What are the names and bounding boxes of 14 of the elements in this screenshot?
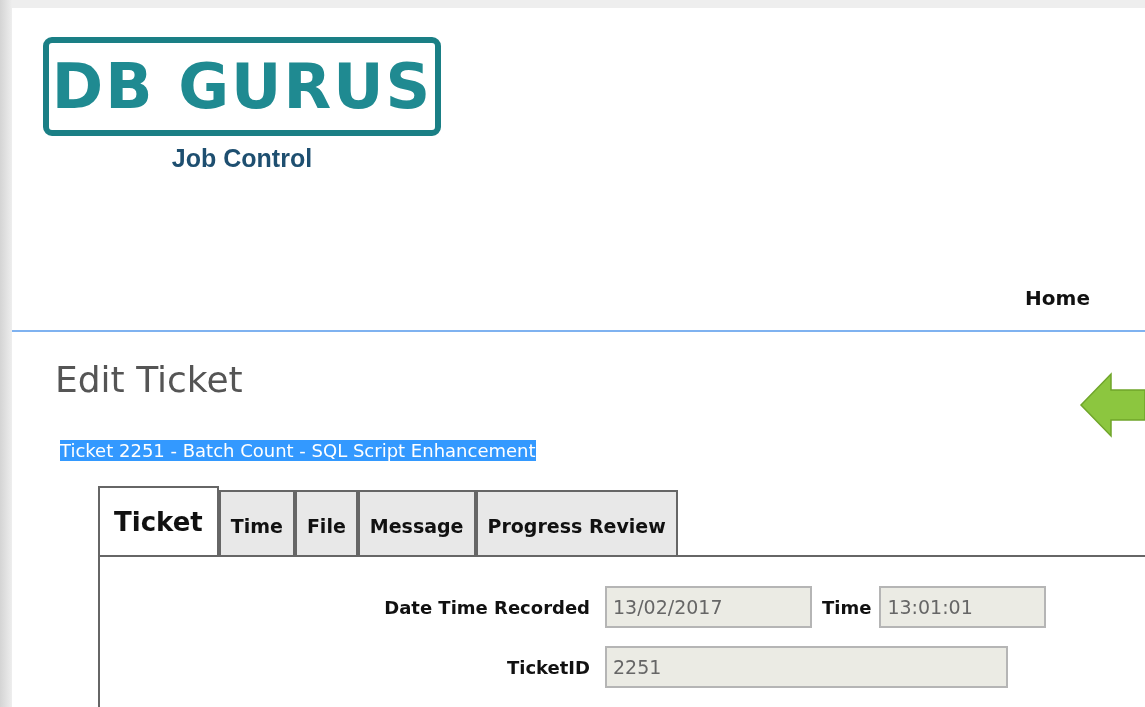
- nav-link[interactable]: Home: [1025, 286, 1090, 310]
- tab[interactable]: Progress Review: [475, 490, 678, 555]
- tab[interactable]: Message: [357, 490, 476, 555]
- ticket-subtitle: Ticket 2251 - Batch Count - SQL Script Enhancement: [60, 440, 536, 461]
- page-title: Edit Ticket: [55, 359, 243, 400]
- field-label: Time: [822, 596, 872, 618]
- tab[interactable]: File: [294, 490, 358, 555]
- back-arrow-icon[interactable]: [1077, 372, 1145, 438]
- tab[interactable]: Ticket: [98, 486, 219, 555]
- field-label: Date Time Recorded: [383, 596, 590, 618]
- tab[interactable]: Time: [218, 490, 295, 555]
- field-label: TicketID: [505, 656, 590, 678]
- logo: DB GURUS: [43, 37, 441, 136]
- app-subtitle: Job Control: [171, 144, 313, 173]
